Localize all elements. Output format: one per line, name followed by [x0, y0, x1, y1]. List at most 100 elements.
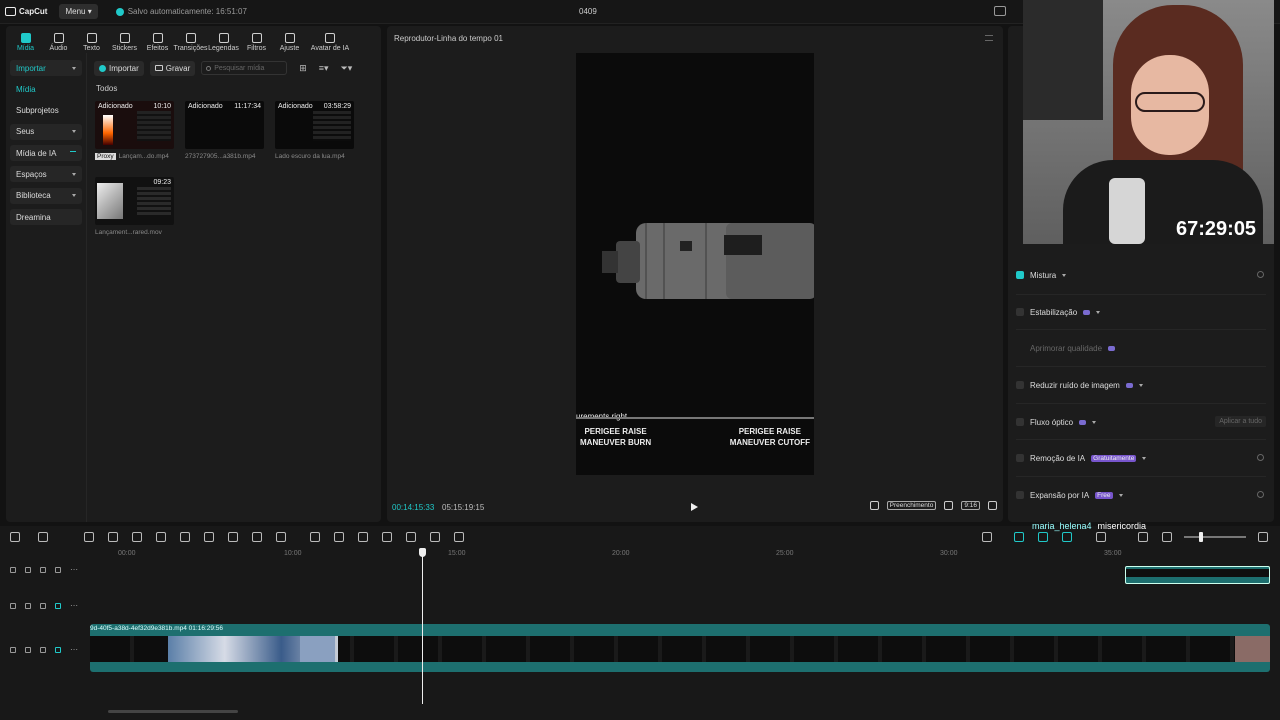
select-tool-icon[interactable]: [38, 532, 48, 542]
menu-icon[interactable]: [985, 35, 993, 41]
magic-icon[interactable]: [382, 532, 392, 542]
delete-icon[interactable]: [204, 532, 214, 542]
tab-transitions[interactable]: Transições: [174, 26, 208, 52]
timeline-scrollbar[interactable]: [108, 710, 238, 713]
tab-captions[interactable]: Legendas: [207, 26, 240, 52]
audio-wave-icon[interactable]: [454, 532, 464, 542]
magnet-icon[interactable]: [1038, 532, 1048, 542]
crop-icon[interactable]: [252, 532, 262, 542]
split-left-icon[interactable]: [156, 532, 166, 542]
checkbox[interactable]: [1016, 381, 1024, 389]
more-icon[interactable]: ⋯: [70, 645, 78, 654]
checkbox[interactable]: [1016, 491, 1024, 499]
checkbox[interactable]: [1016, 271, 1024, 279]
split-right-icon[interactable]: [180, 532, 190, 542]
eye-icon[interactable]: [40, 646, 46, 653]
sidebar-item-subprojects[interactable]: Subprojetos: [10, 103, 82, 119]
add-track-icon[interactable]: [10, 532, 20, 542]
reset-icon[interactable]: [1257, 271, 1264, 278]
sidebar-item-import[interactable]: Importar: [10, 60, 82, 76]
sort-icon[interactable]: ≡▾: [319, 63, 329, 74]
volume-icon[interactable]: [55, 602, 61, 609]
lock-icon[interactable]: [25, 646, 31, 653]
media-clip[interactable]: 09:23 Lançament...rared.mov: [95, 177, 174, 236]
aspect-ratio-button[interactable]: 9:16: [961, 501, 980, 510]
lock-icon[interactable]: [25, 566, 31, 573]
tab-stickers[interactable]: Stickers: [108, 26, 141, 52]
zoom-slider-handle[interactable]: [1199, 532, 1203, 542]
zoom-slider[interactable]: [1184, 536, 1246, 538]
eye-icon[interactable]: [40, 602, 46, 609]
tab-audio[interactable]: Áudio: [42, 26, 75, 52]
apply-all-button[interactable]: Aplicar a tudo: [1215, 416, 1266, 427]
fill-mode-button[interactable]: Preenchimento: [886, 501, 937, 510]
reset-icon[interactable]: [1257, 491, 1264, 498]
media-clip[interactable]: Adicionado 10:10 Proxy Lançam...do.mp4: [95, 101, 174, 160]
sidebar-item-yours[interactable]: Seus: [10, 123, 82, 140]
volume-icon[interactable]: [55, 566, 61, 573]
checkbox[interactable]: [1016, 308, 1024, 316]
subtitle-icon[interactable]: [406, 532, 416, 542]
sidebar-item-library[interactable]: Biblioteca: [10, 187, 82, 204]
lock-icon[interactable]: [10, 602, 16, 609]
main-video-clip[interactable]: 9d-40f5-a38d-4ef32d9e381b.mp4 01:16:29:5…: [90, 624, 1270, 672]
shield-icon[interactable]: [228, 532, 238, 542]
media-clip[interactable]: Adicionado 11:17:34 273727905...a381b.mp4: [185, 101, 264, 160]
tab-ai-avatar[interactable]: Avatar de IA: [306, 26, 354, 52]
redo-icon[interactable]: [108, 532, 118, 542]
filter-icon[interactable]: ⏷▾: [341, 63, 353, 74]
tab-adjust[interactable]: Ajuste: [273, 26, 306, 52]
split-icon[interactable]: [132, 532, 142, 542]
sidebar-item-spaces[interactable]: Espaços: [10, 166, 82, 183]
sidebar-item-media[interactable]: Mídia: [10, 81, 82, 97]
sidebar-item-ai-media[interactable]: Mídia de IA: [10, 145, 82, 162]
search-input[interactable]: Pesquisar mídia: [201, 61, 288, 75]
timeline-ruler[interactable]: 00:00 10:00 15:00 20:00 25:00 30:00 35:0…: [90, 550, 1280, 560]
tab-filters[interactable]: Filtros: [240, 26, 273, 52]
checkbox[interactable]: [1016, 418, 1024, 426]
toggle-ai-removal[interactable]: Remoção de IA Gratuitamente: [1016, 449, 1266, 467]
checkbox[interactable]: [1016, 454, 1024, 462]
link-icon[interactable]: [1014, 532, 1024, 542]
record-button[interactable]: Gravar: [149, 60, 196, 76]
ai-icon[interactable]: [276, 532, 286, 542]
toggle-stabilization[interactable]: Estabilização: [1016, 303, 1266, 321]
playhead[interactable]: [422, 552, 423, 704]
grid-view-icon[interactable]: ⊞: [299, 63, 307, 74]
tab-media[interactable]: Mídia: [9, 26, 42, 52]
preview-axis-icon[interactable]: [1096, 532, 1106, 542]
fullscreen-icon[interactable]: [988, 501, 997, 510]
toggle-noise-reduction[interactable]: Reduzir ruído de imagem: [1016, 376, 1266, 394]
person-icon[interactable]: [358, 532, 368, 542]
import-button[interactable]: Importar: [94, 60, 144, 76]
caption-track-icon[interactable]: [1138, 532, 1148, 542]
layout-icon[interactable]: [994, 6, 1006, 16]
lock-icon[interactable]: [10, 566, 16, 573]
tab-text[interactable]: Texto: [75, 26, 108, 52]
export-frame-icon[interactable]: [430, 532, 440, 542]
play-button[interactable]: [691, 503, 698, 511]
eye-icon[interactable]: [40, 566, 46, 573]
lock-icon[interactable]: [25, 602, 31, 609]
mirror-icon[interactable]: [334, 532, 344, 542]
sidebar-item-dreamina[interactable]: Dreamina: [10, 209, 82, 226]
overlay-clip[interactable]: [1125, 566, 1270, 584]
media-clip[interactable]: Adicionado 03:58:29 Lado escuro da lua.mp…: [275, 101, 354, 160]
toggle-mixture[interactable]: Mistura: [1016, 266, 1266, 284]
menu-button[interactable]: Menu ▾: [59, 4, 98, 19]
fit-icon[interactable]: [944, 501, 954, 510]
undo-icon[interactable]: [84, 532, 94, 542]
replace-icon[interactable]: [310, 532, 320, 542]
more-icon[interactable]: ⋯: [70, 601, 78, 610]
tab-effects[interactable]: Efeitos: [141, 26, 174, 52]
crop-icon[interactable]: [869, 501, 879, 510]
toggle-ai-expand[interactable]: Expansão por IA Free: [1016, 486, 1266, 504]
volume-icon[interactable]: [55, 646, 61, 653]
lock-icon[interactable]: [10, 646, 16, 653]
reset-icon[interactable]: [1257, 454, 1264, 461]
snap-icon[interactable]: [1062, 532, 1072, 542]
more-icon[interactable]: ⋯: [70, 565, 78, 574]
zoom-in-icon[interactable]: [1258, 532, 1268, 542]
mic-icon[interactable]: [982, 532, 992, 542]
zoom-out-icon[interactable]: [1162, 532, 1172, 542]
